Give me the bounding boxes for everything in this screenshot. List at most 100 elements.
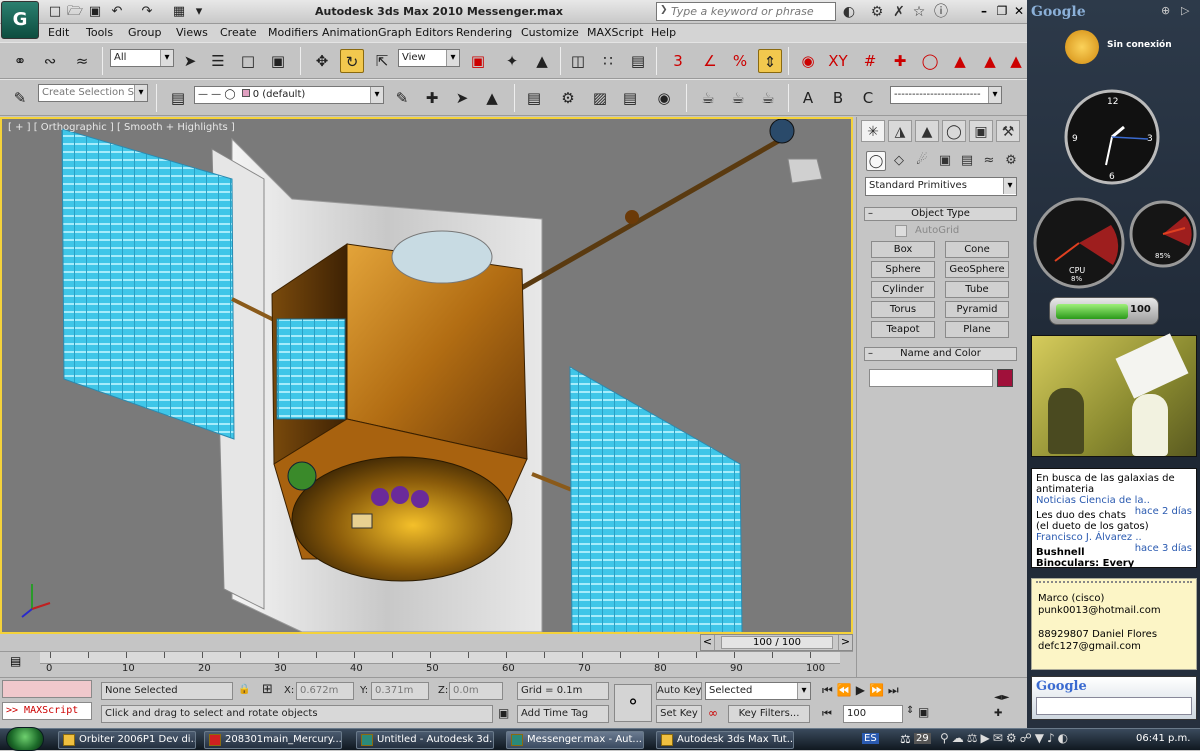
time-tag-icon[interactable]: ▣ (498, 706, 509, 720)
layer-manager-2-icon[interactable]: ▤ (166, 86, 190, 110)
select-and-move-icon[interactable]: ✥ (310, 49, 334, 73)
start-button[interactable] (6, 727, 44, 751)
extras-icon[interactable]: ⚙ (556, 86, 580, 110)
menu-group[interactable]: Group (128, 26, 162, 39)
time-slider[interactable]: < 100 / 100 > (700, 634, 853, 651)
set-current-layer-icon[interactable]: ▲ (480, 86, 504, 110)
menu-views[interactable]: Views (176, 26, 208, 39)
box-button[interactable]: Box (871, 241, 935, 258)
maxscript-mini-listener[interactable]: >> MAXScript (2, 702, 92, 720)
tray-system-icons[interactable]: ⚲☁⚖▶✉⚙☍▼♪◐ (940, 731, 1071, 745)
space-warps-icon[interactable]: ≈ (979, 151, 999, 171)
minimize-icon[interactable]: – (976, 3, 992, 19)
teapot-render-1-icon[interactable]: ☕ (696, 86, 720, 110)
x-coordinate-field[interactable]: 0.672m (296, 682, 354, 700)
google-search-input[interactable] (1036, 697, 1192, 715)
sticky-note[interactable]: Marco (cisco) punk0013@hotmail.com 88929… (1031, 578, 1197, 670)
tools-icon[interactable]: ✗ (890, 3, 908, 21)
bind-space-warp-icon[interactable]: ≈ (70, 49, 94, 73)
select-by-name-icon[interactable]: ☰ (206, 49, 230, 73)
mirror-icon[interactable]: ◫ (566, 49, 590, 73)
teapot-button[interactable]: Teapot (871, 321, 935, 338)
menu-maxscript[interactable]: MAXScript (587, 26, 643, 39)
add-time-tag-button[interactable]: Add Time Tag (517, 705, 609, 723)
current-frame-field[interactable]: 100 (843, 705, 903, 723)
curve-editor-2-icon[interactable]: ▨ (588, 86, 612, 110)
viewport-label[interactable]: [ + ] [ Orthographic ] [ Smooth + Highli… (8, 122, 235, 133)
taskbar-item-tutorial[interactable]: Autodesk 3ds Max Tut... (656, 731, 794, 749)
redo-icon[interactable]: ↷ (138, 3, 156, 21)
playback-controls-icon[interactable]: ⏮⏪▶⏩⏭ (822, 683, 903, 698)
project-folder-icon[interactable]: ▦ (170, 3, 188, 21)
select-and-rotate-icon[interactable]: ↻ (340, 49, 364, 73)
geometry-icon[interactable]: ◯ (866, 151, 886, 171)
cone-button[interactable]: Cone (945, 241, 1009, 258)
menu-help[interactable]: Help (651, 26, 676, 39)
cameras-icon[interactable]: ▣ (935, 151, 955, 171)
geosphere-button[interactable]: GeoSphere (945, 261, 1009, 278)
app-logo-button[interactable]: G (1, 1, 39, 39)
systems-icon[interactable]: ⚙ (1001, 151, 1021, 171)
object-name-input[interactable] (869, 369, 993, 387)
menu-customize[interactable]: Customize (521, 26, 579, 39)
named-view-c-icon[interactable]: C (856, 86, 880, 110)
set-key-button[interactable]: Set Key (656, 705, 702, 723)
feed-item[interactable]: En busca de las galaxias de antimateria … (1032, 469, 1196, 517)
spinner-snap-icon[interactable]: ⇕ (758, 49, 782, 73)
graphite-xy-icon[interactable]: XY (826, 49, 850, 73)
helpers-icon[interactable]: ▤ (957, 151, 977, 171)
menu-modifiers[interactable]: Modifiers (268, 26, 318, 39)
pivot-center-icon[interactable]: ▣ (466, 49, 490, 73)
maxscript-listener-top[interactable] (2, 680, 92, 698)
select-and-scale-icon[interactable]: ⇱ (370, 49, 394, 73)
sidebar-add-gadget-icon[interactable]: ⊕ (1161, 4, 1170, 17)
layer-manager-icon[interactable]: ◉ (796, 49, 820, 73)
keyboard-shortcut-override-icon[interactable]: ▲ (530, 49, 554, 73)
dope-sheet-icon[interactable]: ▤ (618, 86, 642, 110)
save-file-icon[interactable]: ▣ (86, 3, 104, 21)
lock-selection-icon[interactable]: 🔒 (238, 684, 250, 695)
quick-access-dropdown-icon[interactable]: ▾ (190, 3, 208, 21)
menu-animation[interactable]: Animation (322, 26, 378, 39)
create-tab-icon[interactable]: ✳ (861, 120, 885, 142)
utilities-tab-icon[interactable]: ⚒ (996, 120, 1020, 142)
binoculars-icon[interactable]: ◐ (840, 3, 858, 21)
track-bar-scale[interactable] (40, 652, 840, 664)
named-selection-dropdown[interactable]: Create Selection Se (38, 84, 148, 102)
select-object-icon[interactable]: ➤ (178, 49, 202, 73)
select-and-link-icon[interactable]: ⚭ (8, 49, 32, 73)
teapot-render-3-icon[interactable]: ☕ (756, 86, 780, 110)
track-bar[interactable]: ▤ 0 10 20 30 40 50 60 70 80 90 100 (0, 651, 853, 677)
plane-button[interactable]: Plane (945, 321, 1009, 338)
help-icon[interactable]: ⓘ (932, 3, 950, 21)
z-coordinate-field[interactable]: 0.0m (449, 682, 503, 700)
menu-edit[interactable]: Edit (48, 26, 69, 39)
curve-editor-icon[interactable]: # (858, 49, 882, 73)
frame-spinner-icon[interactable]: ⇕ (906, 705, 914, 716)
menu-create[interactable]: Create (220, 26, 257, 39)
layer-explorer-icon[interactable]: ▤ (522, 86, 546, 110)
favorites-star-icon[interactable]: ☆ (910, 3, 928, 21)
taskbar-clock[interactable]: 06:41 p.m. (1136, 733, 1190, 744)
taskbar-item-orbiter[interactable]: Orbiter 2006P1 Dev di... (58, 731, 196, 749)
key-mode-dropdown[interactable]: Selected (705, 682, 811, 700)
render-setup-icon[interactable]: ▲ (948, 49, 972, 73)
undo-icon[interactable]: ↶ (108, 3, 126, 21)
align-icon[interactable]: ▤ (626, 49, 650, 73)
unlink-icon[interactable]: ∾ (38, 49, 62, 73)
mini-curve-editor-icon[interactable]: ▤ (10, 654, 21, 668)
set-key-mode-icon[interactable]: ⚬ (614, 684, 652, 722)
communication-center-icon[interactable]: ⚙ (868, 3, 886, 21)
auto-key-button[interactable]: Auto Key (656, 682, 702, 700)
tray-count-badge[interactable]: 29 (914, 733, 931, 744)
edit-named-selection-icon[interactable]: ✎ (8, 86, 32, 110)
selection-filter-dropdown[interactable]: All (110, 49, 174, 67)
select-manipulate-icon[interactable]: ✦ (500, 49, 524, 73)
taskbar-item-mercury[interactable]: 208301main_Mercury... (204, 731, 342, 749)
absolute-mode-icon[interactable]: ⊞ (262, 682, 273, 697)
pyramid-button[interactable]: Pyramid (945, 301, 1009, 318)
prev-frame-icon[interactable]: < (701, 635, 715, 650)
object-type-rollout[interactable]: – Object Type (864, 207, 1017, 221)
motion-tab-icon[interactable]: ◯ (942, 120, 966, 142)
time-configuration-icon[interactable]: ▣ (918, 705, 929, 719)
